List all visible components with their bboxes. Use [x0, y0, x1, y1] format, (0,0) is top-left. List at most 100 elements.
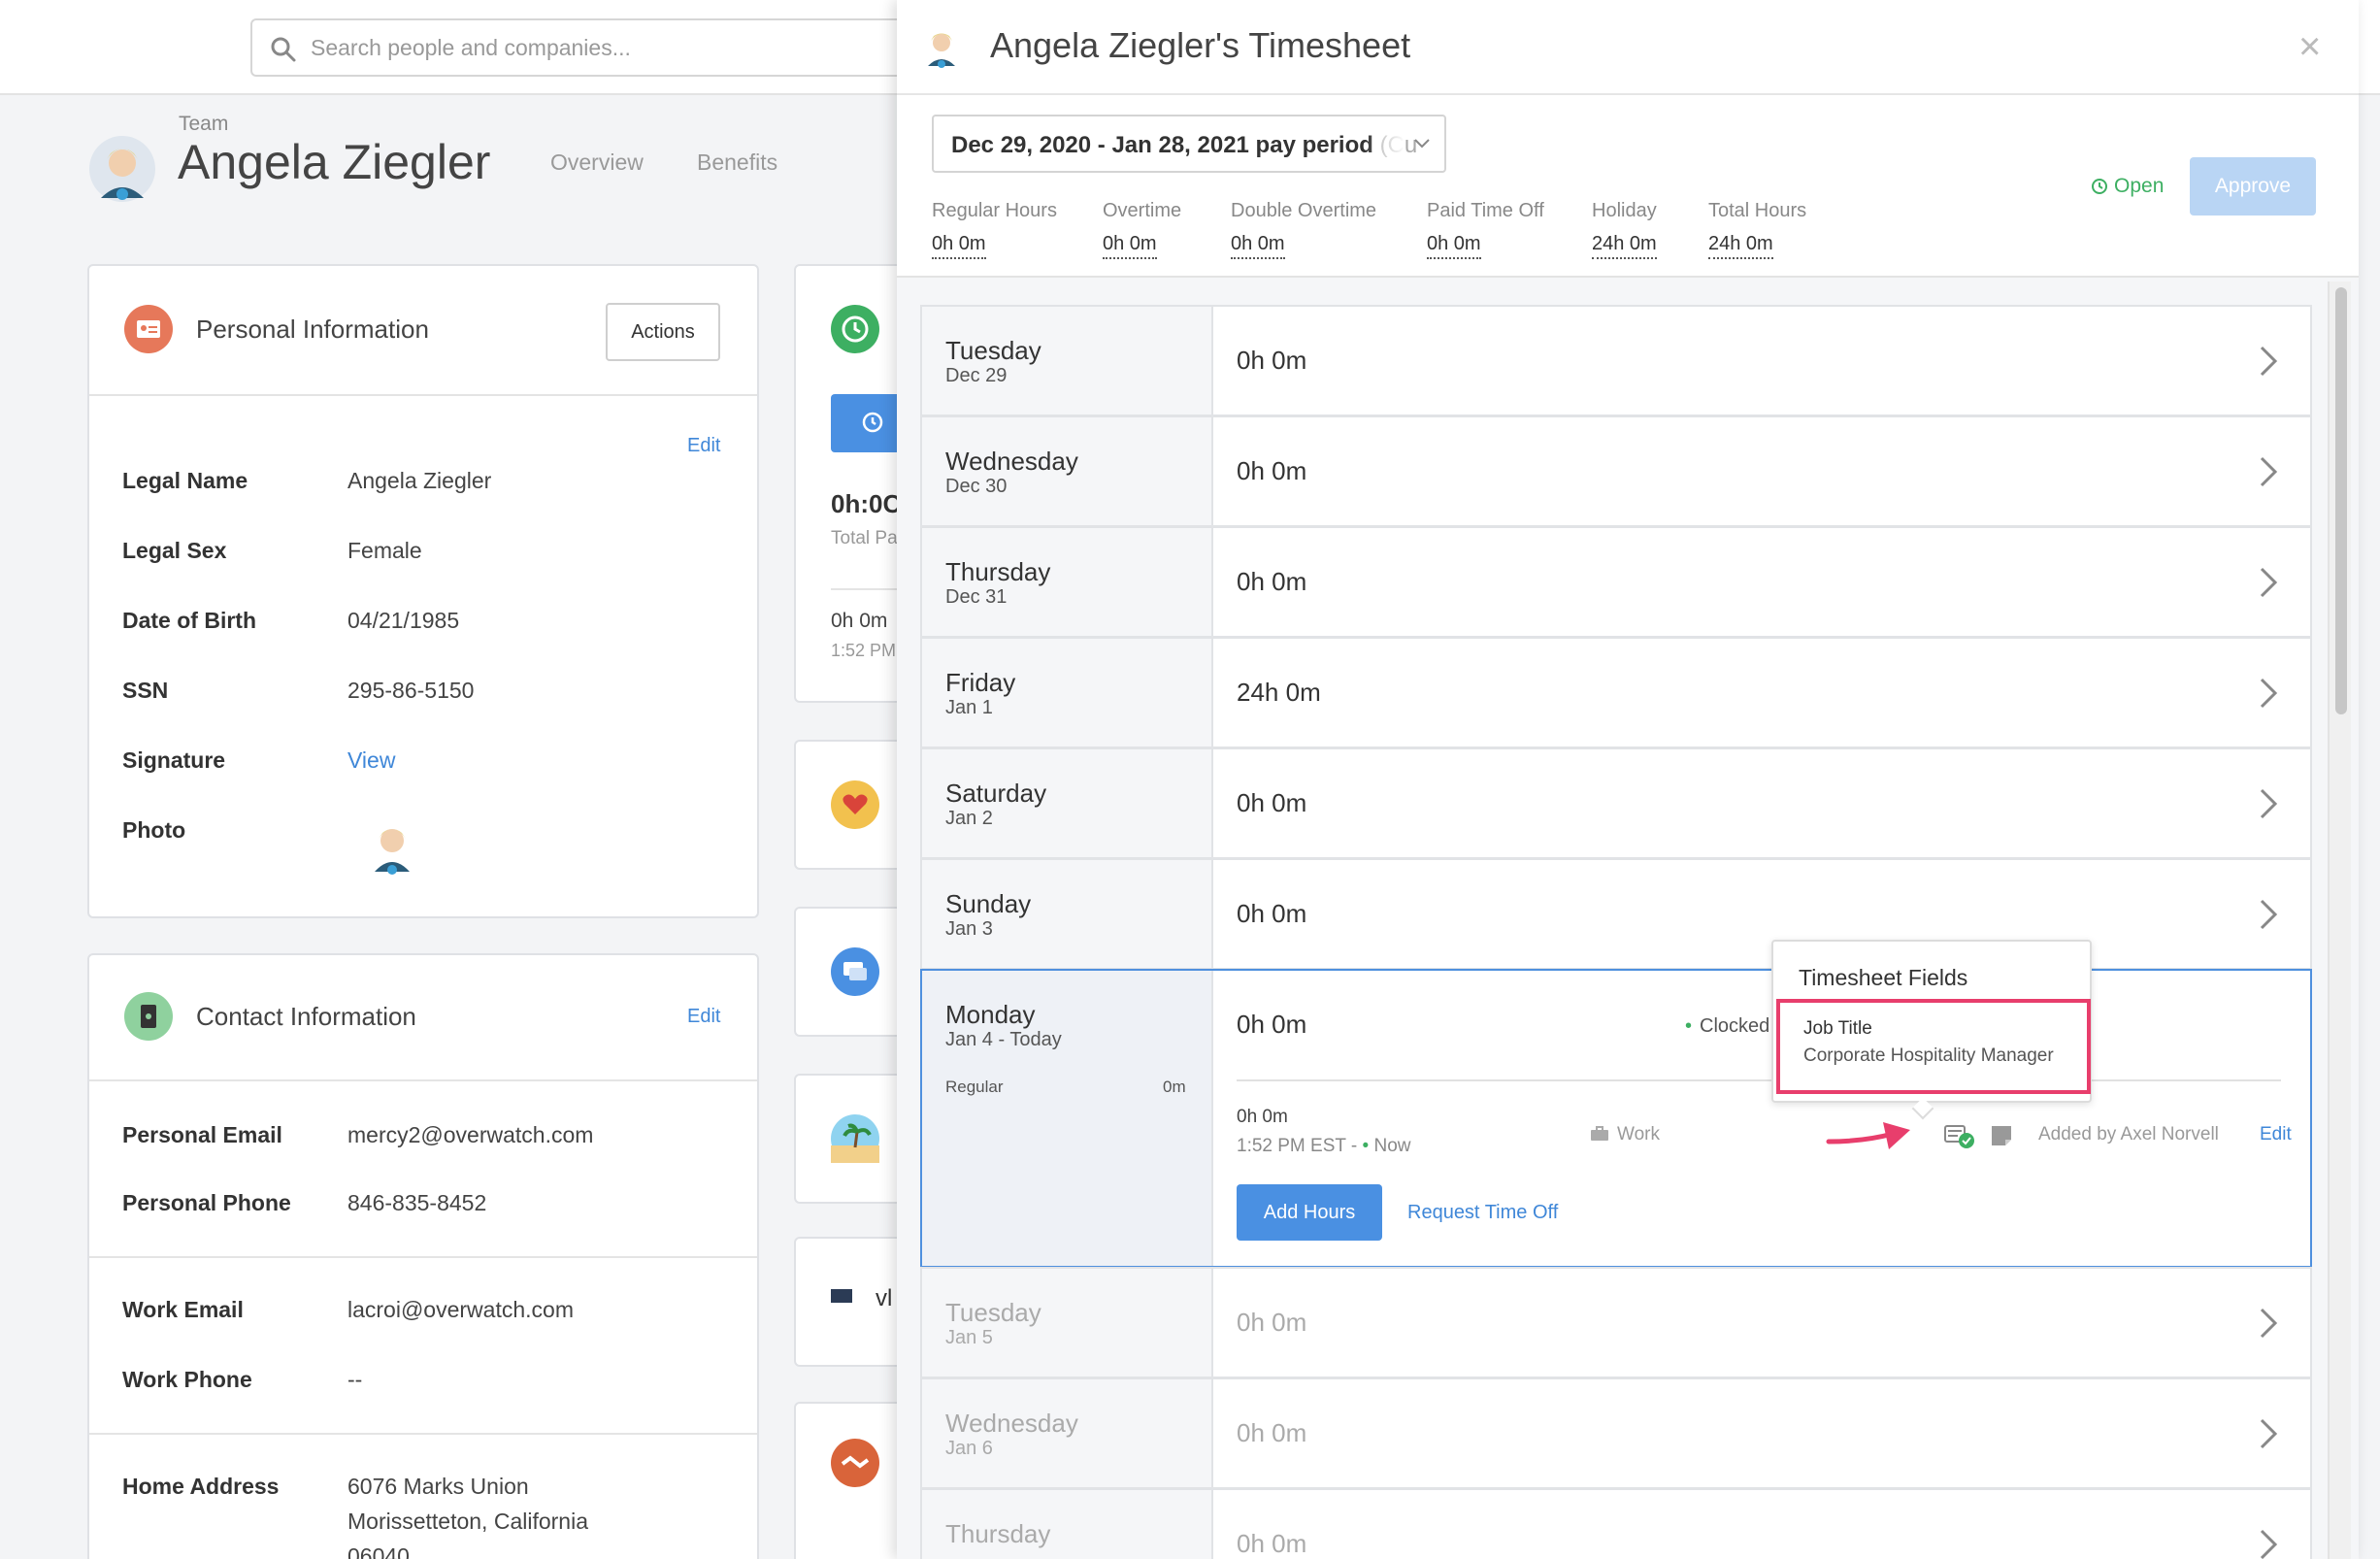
day-name: Monday [945, 1000, 1036, 1029]
page-title: Angela Ziegler [178, 135, 491, 189]
home-address-label: Home Address [122, 1474, 280, 1499]
signature-label: Signature [122, 747, 226, 773]
scrollbar[interactable] [2328, 282, 2351, 1559]
total-time-value: 0h:0C [831, 489, 902, 518]
day-total: 0h 0m [1237, 456, 1307, 485]
day-row[interactable]: Friday Jan 1 24h 0m [920, 637, 2312, 748]
holiday-value[interactable]: 24h 0m [1592, 233, 1657, 259]
chevron-right-icon[interactable] [2258, 454, 2279, 489]
chevron-right-icon[interactable] [2258, 344, 2279, 379]
partial-text: vl [876, 1285, 893, 1311]
double-overtime-value[interactable]: 0h 0m [1231, 233, 1285, 259]
today-day-row: Monday Jan 4 - Today Regular 0m 0h 0m • C… [920, 969, 2312, 1268]
paid-time-off-value[interactable]: 0h 0m [1427, 233, 1481, 259]
handshake-icon [831, 1439, 879, 1487]
day-name: Sunday [945, 889, 1032, 918]
day-row[interactable]: Tuesday Dec 29 0h 0m [920, 305, 2312, 416]
photo-label: Photo [122, 817, 186, 843]
chevron-right-icon[interactable] [2258, 565, 2279, 600]
add-hours-button[interactable]: Add Hours [1237, 1184, 1382, 1241]
day-total: 0h 0m [1237, 1010, 1307, 1039]
day-row[interactable]: Thursday 0h 0m [920, 1488, 2312, 1559]
regular-hours-value[interactable]: 0h 0m [932, 233, 986, 259]
entry-hours: 0h 0m [831, 610, 888, 632]
home-address-line2: Morissetteton, California [347, 1509, 588, 1534]
day-row[interactable]: Saturday Jan 2 0h 0m [920, 747, 2312, 859]
photo-thumbnail[interactable] [367, 815, 417, 879]
avatar [928, 33, 955, 68]
day-row[interactable]: Thursday Dec 31 0h 0m [920, 526, 2312, 638]
edit-contact-info-link[interactable]: Edit [687, 1006, 720, 1028]
day-total: 0h 0m [1237, 346, 1307, 375]
day-total: 0h 0m [1237, 1529, 1307, 1558]
work-phone-label: Work Phone [122, 1367, 252, 1392]
card-title: Personal Information [196, 315, 429, 344]
day-label-cell: Tuesday Jan 5 [922, 1269, 1213, 1377]
divider [89, 394, 757, 396]
work-type: Work [1590, 1124, 1660, 1145]
entry-start: 1:52 PM EST - [1237, 1136, 1358, 1156]
scrollbar-thumb[interactable] [2335, 287, 2347, 714]
day-total: 0h 0m [1237, 788, 1307, 817]
added-by-text: Added by Axel Norvell [2038, 1124, 2219, 1144]
clock-status: • Clocked [1685, 1015, 1770, 1037]
time-off-card [794, 1074, 910, 1204]
actions-button[interactable]: Actions [606, 303, 720, 361]
entry-hours: 0h 0m [1237, 1107, 1288, 1127]
holiday-label: Holiday [1592, 200, 1657, 221]
edit-personal-info-link[interactable]: Edit [687, 435, 720, 457]
day-label-cell: Thursday [922, 1490, 1213, 1559]
overtime-value[interactable]: 0h 0m [1103, 233, 1157, 259]
breadcrumb[interactable]: Team [179, 113, 228, 136]
personal-email-label: Personal Email [122, 1122, 282, 1147]
divider [89, 1433, 757, 1435]
day-total: 0h 0m [1237, 899, 1307, 928]
entry-end: Now [1373, 1136, 1411, 1156]
benefits-card [794, 740, 910, 870]
popover-title: Timesheet Fields [1799, 965, 1968, 990]
day-label-cell: Tuesday Dec 29 [922, 307, 1213, 415]
search-icon [271, 37, 296, 62]
chevron-right-icon[interactable] [2258, 786, 2279, 821]
search-box[interactable] [250, 18, 920, 77]
chevron-right-icon[interactable] [2258, 1416, 2279, 1451]
entry-time-range: 1:52 PM EST - • Now [1237, 1136, 1411, 1156]
pay-period-select[interactable]: Dec 29, 2020 - Jan 28, 2021 pay period (… [932, 115, 1446, 173]
tab-overview[interactable]: Overview [550, 149, 644, 176]
close-icon[interactable]: × [2298, 27, 2321, 66]
chevron-right-icon[interactable] [2258, 897, 2279, 932]
signature-view-link[interactable]: View [347, 747, 395, 774]
clock-status-text: Clocked [1700, 1015, 1770, 1037]
entry-time: 1:52 PM [831, 641, 897, 660]
request-time-off-link[interactable]: Request Time Off [1407, 1202, 1558, 1224]
heart-icon [831, 780, 879, 829]
timesheet-fields-icon[interactable] [1943, 1122, 1976, 1149]
day-name: Wednesday [945, 1409, 1078, 1438]
day-label-cell: Monday Jan 4 - Today Regular 0m [922, 971, 1213, 1266]
day-row[interactable]: Wednesday Dec 30 0h 0m [920, 415, 2312, 527]
chevron-right-icon[interactable] [2258, 1527, 2279, 1559]
day-name: Friday [945, 668, 1016, 697]
chevron-right-icon[interactable] [2258, 676, 2279, 711]
personal-information-card: Personal Information Actions Edit Legal … [87, 264, 759, 918]
day-label-cell: Wednesday Dec 30 [922, 417, 1213, 525]
panel-title: Angela Ziegler's Timesheet [990, 25, 1411, 65]
day-row[interactable]: Sunday Jan 3 0h 0m [920, 858, 2312, 970]
tab-benefits[interactable]: Benefits [697, 149, 777, 176]
ssn-value: 295-86-5150 [347, 678, 475, 703]
day-name: Tuesday [945, 336, 1041, 365]
day-date: Jan 1 [945, 697, 993, 718]
day-date: Jan 4 - Today [945, 1029, 1062, 1050]
search-input[interactable] [311, 24, 893, 71]
chevron-right-icon[interactable] [2258, 1306, 2279, 1341]
day-name: Wednesday [945, 447, 1078, 476]
day-row[interactable]: Wednesday Jan 6 0h 0m [920, 1377, 2312, 1489]
note-icon[interactable] [1990, 1124, 2013, 1147]
edit-entry-link[interactable]: Edit [2260, 1124, 2292, 1145]
ssn-label: SSN [122, 678, 169, 703]
day-label-cell: Friday Jan 1 [922, 639, 1213, 746]
total-hours-value[interactable]: 24h 0m [1708, 233, 1773, 259]
approve-button[interactable]: Approve [2190, 157, 2316, 216]
day-row[interactable]: Tuesday Jan 5 0h 0m [920, 1267, 2312, 1378]
documents-card: vl [794, 1237, 910, 1367]
